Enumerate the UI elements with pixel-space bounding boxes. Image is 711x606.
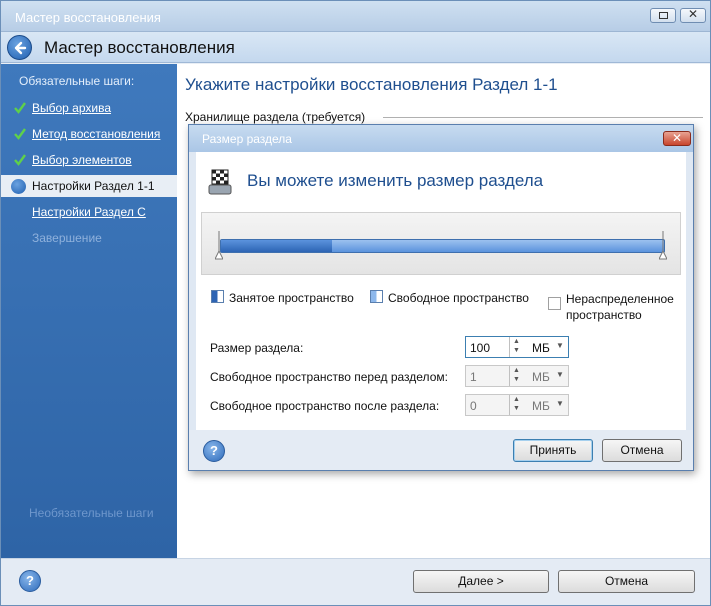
- chevron-down-icon[interactable]: ▼: [556, 370, 564, 379]
- dialog-title-bar: Размер раздела ✕: [189, 125, 693, 152]
- chevron-down-icon[interactable]: ▼: [556, 399, 564, 408]
- partition-size-dialog: Размер раздела ✕ Вы можете изменить разм…: [188, 124, 694, 471]
- spin-down-icon[interactable]: ▼: [513, 376, 520, 383]
- required-steps-heading: Обязательные шаги:: [19, 74, 135, 88]
- current-step-arrow-icon: [11, 179, 26, 194]
- wizard-header: Мастер восстановления: [1, 32, 710, 63]
- dialog-title: Размер раздела: [202, 132, 292, 146]
- window-title: Мастер восстановления: [15, 10, 161, 25]
- step-settings-partition-c[interactable]: Настройки Раздел C: [1, 201, 177, 223]
- step-label: Метод восстановления: [32, 127, 161, 141]
- step-label: Выбор архива: [32, 101, 112, 115]
- help-button[interactable]: ?: [19, 570, 41, 592]
- before-spin-arrows[interactable]: ▲ ▼: [509, 366, 524, 386]
- step-settings-partition-1-1[interactable]: Настройки Раздел 1-1: [1, 175, 177, 197]
- accept-button[interactable]: Принять: [513, 439, 593, 462]
- unallocated-space-swatch: [548, 297, 561, 310]
- free-after-label: Свободное пространство после раздела:: [210, 399, 440, 413]
- legend-unallocated-label: Нераспределенное пространство: [566, 292, 674, 322]
- size-unit: МБ: [532, 341, 550, 355]
- steps-sidebar: Обязательные шаги: Выбор архива Метод во…: [1, 64, 177, 558]
- dialog-body: Вы можете изменить размер раздела Занято…: [196, 152, 686, 430]
- free-after-stepper[interactable]: 0 ▲ ▼ МБ ▼: [465, 394, 569, 416]
- partition-size-label: Размер раздела:: [210, 341, 304, 355]
- used-space-swatch: [211, 290, 224, 303]
- section-subtitle: Хранилище раздела (требуется): [185, 110, 366, 124]
- step-label: Настройки Раздел C: [32, 205, 146, 219]
- free-before-value: 1: [470, 370, 477, 384]
- step-label: Завершение: [32, 231, 102, 245]
- size-spin-arrows[interactable]: ▲ ▼: [509, 337, 524, 357]
- page-title: Укажите настройки восстановления Раздел …: [185, 75, 558, 94]
- step-finish: Завершение: [1, 227, 177, 249]
- maximize-icon: [659, 12, 668, 19]
- close-icon: ✕: [687, 7, 699, 21]
- step-items[interactable]: Выбор элементов: [1, 149, 177, 171]
- step-label: Выбор элементов: [32, 153, 132, 167]
- checkmark-icon: [14, 154, 26, 166]
- checkmark-icon: [14, 128, 26, 140]
- section-divider: [383, 117, 703, 118]
- close-button[interactable]: ✕: [680, 7, 706, 23]
- spin-up-icon[interactable]: ▲: [513, 396, 520, 403]
- dialog-heading: Вы можете изменить размер раздела: [247, 171, 544, 190]
- right-slider-handle-icon[interactable]: [659, 231, 667, 261]
- after-spin-arrows[interactable]: ▲ ▼: [509, 395, 524, 415]
- dialog-help-button[interactable]: ?: [203, 440, 225, 462]
- checkmark-icon: [14, 102, 26, 114]
- dialog-cancel-button[interactable]: Отмена: [602, 439, 682, 462]
- free-after-value: 0: [470, 399, 477, 413]
- back-arrow-icon: [14, 41, 27, 55]
- step-archive[interactable]: Выбор архива: [1, 97, 177, 119]
- legend-free-label: Свободное пространство: [388, 291, 529, 305]
- partition-bar: [220, 239, 665, 253]
- dialog-close-button[interactable]: ✕: [663, 131, 691, 146]
- chevron-down-icon[interactable]: ▼: [556, 341, 564, 350]
- disk-flag-icon: [208, 169, 232, 195]
- legend-used-label: Занятое пространство: [229, 291, 354, 305]
- optional-steps-heading: Необязательные шаги: [29, 506, 154, 520]
- after-unit: МБ: [532, 399, 550, 413]
- step-method[interactable]: Метод восстановления: [1, 123, 177, 145]
- spin-down-icon[interactable]: ▼: [513, 347, 520, 354]
- cancel-button[interactable]: Отмена: [558, 570, 695, 593]
- step-label: Настройки Раздел 1-1: [32, 179, 155, 193]
- maximize-button[interactable]: [650, 8, 676, 23]
- used-space-bar: [221, 240, 332, 252]
- free-space-swatch: [370, 290, 383, 303]
- back-button[interactable]: [7, 35, 32, 60]
- spin-up-icon[interactable]: ▲: [513, 367, 520, 374]
- before-unit: МБ: [532, 370, 550, 384]
- spin-down-icon[interactable]: ▼: [513, 405, 520, 412]
- title-bar: Мастер восстановления ✕: [1, 1, 710, 32]
- dialog-footer: ? Принять Отмена: [189, 430, 693, 470]
- partition-size-value: 100: [470, 341, 491, 355]
- wizard-title: Мастер восстановления: [44, 38, 235, 57]
- free-before-label: Свободное пространство перед разделом:: [210, 370, 448, 384]
- free-before-stepper[interactable]: 1 ▲ ▼ МБ ▼: [465, 365, 569, 387]
- next-button[interactable]: Далее >: [413, 570, 549, 593]
- wizard-footer: ? Далее > Отмена: [1, 558, 710, 605]
- partition-size-stepper[interactable]: 100 ▲ ▼ МБ ▼: [465, 336, 569, 358]
- partition-size-slider[interactable]: [201, 212, 681, 275]
- spin-up-icon[interactable]: ▲: [513, 338, 520, 345]
